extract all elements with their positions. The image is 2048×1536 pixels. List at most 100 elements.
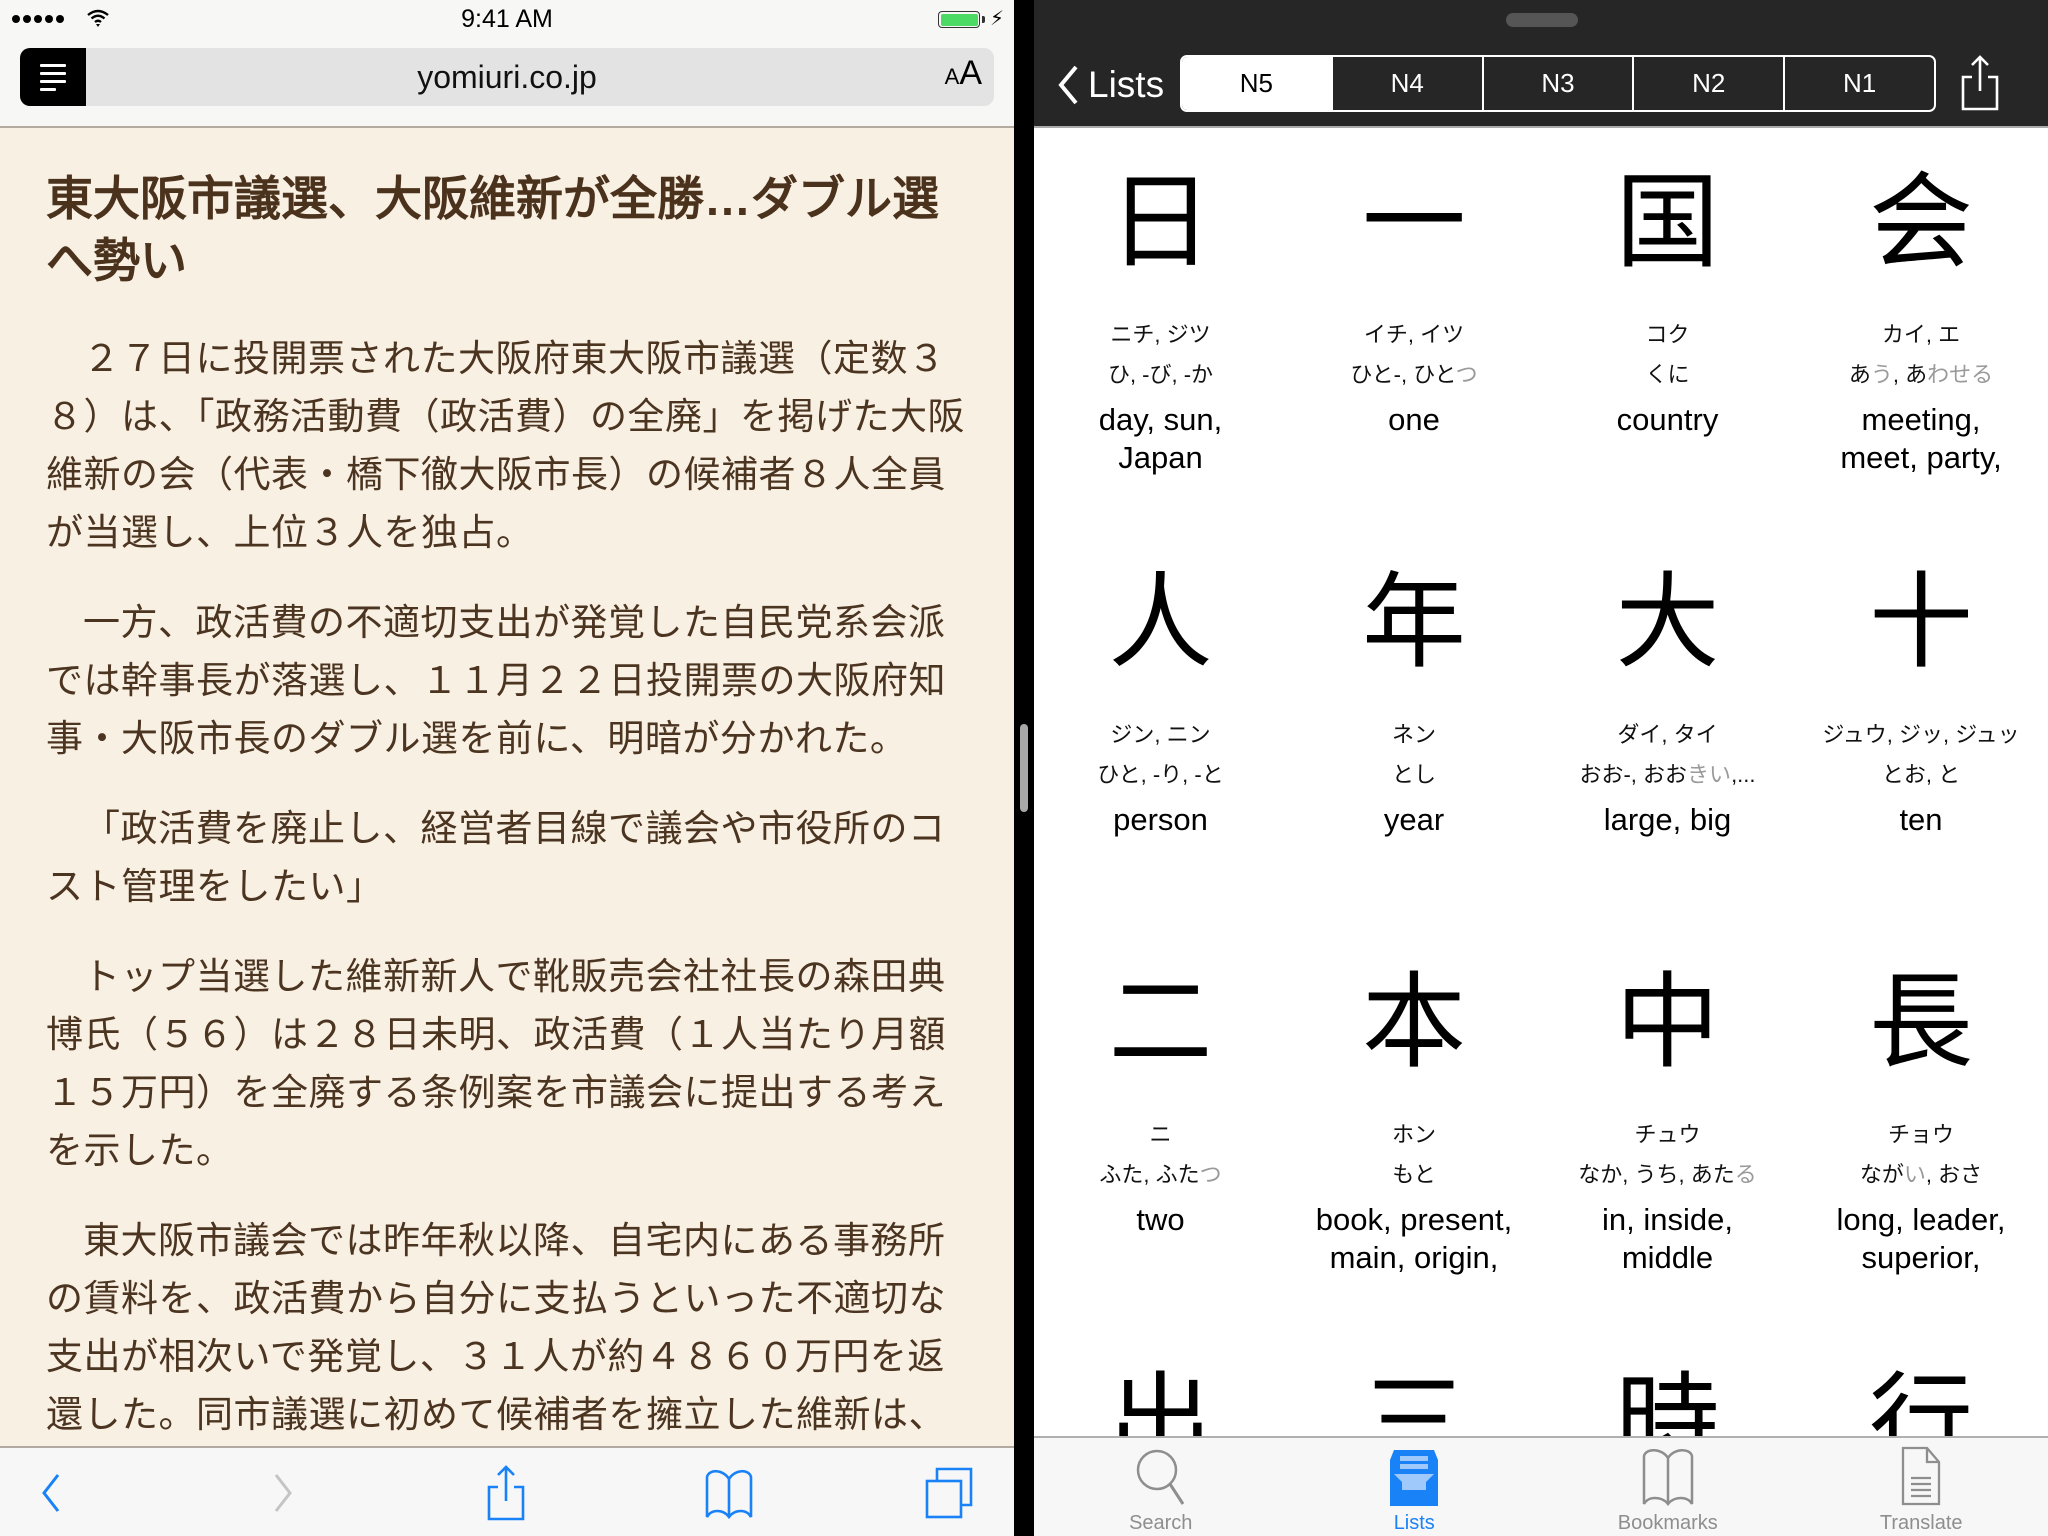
share-button[interactable] [484,1465,528,1521]
safari-toolbar [0,1446,1014,1536]
kanji-cell[interactable]: 人ジン, ニン ひと, -り, -と person [1034,562,1287,839]
forward-button[interactable] [268,1466,298,1520]
kun-reading-stem: なが [1859,1162,1904,1187]
kanji-meaning: in, inside, middle [1602,1202,1733,1275]
kun-reading: あう, あわせる [1795,355,2048,395]
translate-icon [1902,1446,1941,1506]
kanji-meaning: one [1388,402,1440,437]
kanji-cell[interactable]: 二ニふた, ふたつ two [1034,962,1287,1239]
kun-reading-stem: くに [1645,362,1690,387]
kanji-character: 会 [1868,161,1973,283]
kanji-character: 二 [1108,961,1213,1083]
kanji-cell[interactable]: 大ダイ, タイ おお-, おおきい,... large, big [1541,562,1794,839]
kanji-character: 十 [1868,561,1973,683]
segment-n5[interactable]: N5 [1182,57,1331,110]
bookmarks-icon [1642,1449,1693,1506]
kun-reading: ひと, -り, -と [1034,755,1287,795]
kanji-cell[interactable]: 年ネン とし year [1288,562,1541,839]
article: 東大阪市議選、大阪維新が全勝…ダブル選へ勢い ２７日に投開票された大阪府東大阪市… [46,168,976,1534]
kanji-character: 日 [1108,161,1213,283]
reader-list-icon [40,63,66,67]
bookmarks-button[interactable] [702,1466,756,1520]
segment-n2[interactable]: N2 [1632,57,1783,110]
tabs-button[interactable] [922,1466,976,1520]
url-text[interactable]: yomiuri.co.jp [20,48,994,106]
chevron-left-icon [42,1474,60,1512]
kun-reading-stem: ふた, ふた [1099,1162,1200,1187]
share-button[interactable] [1960,55,2000,116]
on-reading: ニチ, ジツ [1110,322,1211,347]
battery-icon [938,11,980,28]
kanji-character: 行 [1868,1361,1973,1436]
search-icon [1136,1449,1185,1505]
kun-reading: ひと-, ひとつ [1288,355,1541,395]
on-reading: コク [1645,322,1690,347]
split-view-handle[interactable] [1020,724,1028,812]
segment-n1[interactable]: N1 [1783,57,1934,110]
kun-reading-stem: もと [1392,1162,1436,1187]
back-to-lists-button[interactable]: Lists [1056,60,1164,110]
reader-view-button[interactable] [20,48,86,106]
share-icon [1961,55,1999,111]
slide-over-grabber[interactable] [1506,13,1578,27]
kanji-cell[interactable]: 本ホン もと book, present, main, origin, [1288,962,1541,1277]
kun-reading-stem: とし [1391,762,1436,787]
kanji-cell[interactable]: 時 [1541,1362,1794,1436]
kanji-cell[interactable]: 国コク くに country [1541,162,1794,439]
tab-search[interactable]: Search [1034,1438,1288,1536]
kanji-character: 年 [1361,561,1466,683]
on-reading: ジン, ニン [1110,722,1211,747]
kun-reading-stem: おお-, おお [1579,762,1688,787]
kanji-grid: 日ニチ, ジツ ひ, -び, -か day, sun, Japan 一イチ, イツ ひと… [1034,128,2048,1436]
kun-reading-stem: ひと-, ひと [1350,362,1456,387]
jlpt-level-segmented-control[interactable]: N5 N4 N3 N2 N1 [1180,55,1936,112]
on-reading: チュウ [1634,1122,1701,1147]
kun-reading-okurigana: つ [1199,1162,1222,1187]
article-paragraph: ２７日に投開票された大阪府東大阪市議選（定数３８）は、「政務活動費（政活費）の全… [46,338,965,553]
tab-bookmarks[interactable]: Bookmarks [1541,1438,1795,1536]
kun-reading-stem: ひ, -び, -か [1107,362,1214,387]
kun-reading-okurigana: る [1734,1162,1757,1187]
kanji-meaning: long, leader, superior, [1836,1202,2006,1275]
segment-n3[interactable]: N3 [1481,57,1633,110]
tab-label: Translate [1879,1512,1963,1534]
kanji-meaning: ten [1899,802,1943,837]
on-reading: ダイ, タイ [1617,722,1718,747]
battery-tip [982,16,985,23]
lists-icon [1390,1450,1439,1506]
tab-label: Search [1129,1512,1193,1534]
kun-reading-okurigana: つ [1455,362,1478,387]
kanji-meaning: two [1136,1202,1185,1237]
tab-label: Lists [1393,1512,1435,1534]
nav-bar: Lists N5 N4 N3 N2 N1 [1034,0,2048,128]
charging-icon: ⚡ [990,8,1005,30]
segment-n4[interactable]: N4 [1330,57,1482,110]
on-reading: カイ, エ [1881,322,1961,347]
text-size-button[interactable]: AA [945,54,982,93]
address-bar[interactable]: yomiuri.co.jp AA [20,48,994,106]
tab-translate[interactable]: Translate [1795,1438,2048,1536]
kanji-character: 時 [1615,1361,1720,1436]
kanji-cell[interactable]: 行 [1795,1362,2048,1436]
kun-reading: くに [1541,355,1794,395]
kun-reading: もと [1288,1155,1541,1195]
kun-reading: ひ, -び, -か [1034,355,1287,395]
kanji-character: 三 [1361,1361,1466,1436]
kanji-character: 国 [1615,161,1720,283]
tab-lists[interactable]: Lists [1288,1438,1542,1536]
kanji-cell[interactable]: 日ニチ, ジツ ひ, -び, -か day, sun, Japan [1034,162,1287,477]
article-paragraph: 一方、政活費の不適切支出が発覚した自民党系会派では幹事長が落選し、１１月２２日投… [46,602,946,759]
kanji-cell[interactable]: 十ジュウ, ジッ, ジュッ とお, と ten [1795,562,2048,839]
kanji-cell[interactable]: 三 [1288,1362,1541,1436]
kanji-cell[interactable]: 一イチ, イツ ひと-, ひとつ one [1288,162,1541,439]
article-paragraph: 「政活費を廃止し、経営者目線で議会や市役所のコスト管理をしたい」 [46,808,946,907]
kanji-character: 長 [1868,961,1973,1083]
kanji-cell[interactable]: 会カイ, エあう, あわせる meeting, meet, party, [1795,162,2048,477]
kanji-cell[interactable]: 中チュウ なか, うち, あたる in, inside, middle [1541,962,1794,1277]
kanji-cell[interactable]: 長チョウ ながい, おさ long, leader, superior, [1795,962,2048,1277]
back-button[interactable] [36,1466,66,1520]
chevron-left-icon [1058,65,1078,105]
kanji-cell[interactable]: 出 [1034,1362,1287,1436]
kanji-character: 人 [1108,561,1213,683]
share-icon [487,1465,525,1521]
